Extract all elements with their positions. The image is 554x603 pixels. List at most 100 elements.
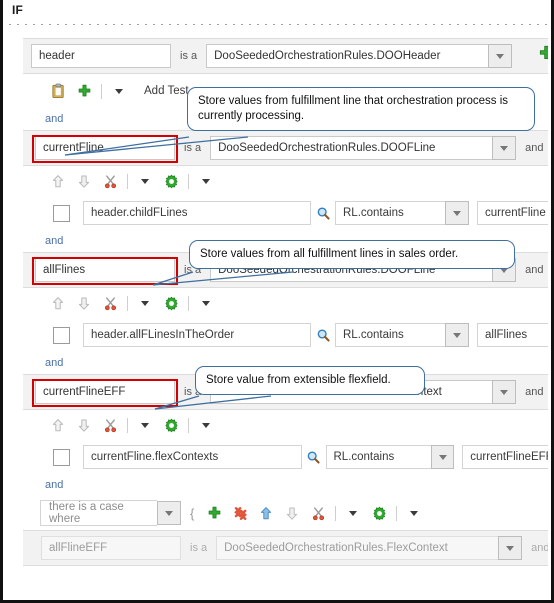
settings-menu-button[interactable]: [193, 413, 219, 437]
fact-type-dropdown-button[interactable]: [498, 536, 523, 560]
settings-button[interactable]: [158, 413, 184, 437]
cut-button[interactable]: [97, 291, 123, 315]
arrow-down-icon: [287, 507, 298, 520]
condition-search-button[interactable]: [302, 450, 326, 465]
settings-menu-button[interactable]: [193, 291, 219, 315]
move-down-button[interactable]: [71, 169, 97, 193]
toolbar-separator: [396, 505, 398, 521]
condition-search-button[interactable]: [311, 328, 335, 343]
case-where-dropdown-button[interactable]: [157, 501, 181, 525]
settings-menu-button[interactable]: [193, 169, 219, 193]
condition-operator-dropdown-button[interactable]: [445, 323, 469, 347]
fact-type-dropdown-button[interactable]: [492, 380, 517, 404]
condition-right-input[interactable]: allFlines: [477, 323, 548, 347]
variable-name-input[interactable]: allFlines: [35, 258, 175, 282]
arrow-up-icon: [52, 174, 64, 187]
is-a-label: is a: [180, 50, 198, 62]
variable-name-input[interactable]: currentFlineEFF: [35, 380, 175, 404]
condition-checkbox[interactable]: [53, 448, 70, 466]
condition-operator-input[interactable]: RL.contains: [335, 323, 445, 347]
condition-search-button[interactable]: [311, 206, 335, 221]
arrow-up-icon: [52, 418, 64, 431]
fact-type-input[interactable]: DooSeededOrchestrationRules.FlexContext: [216, 536, 499, 560]
fact-type-input[interactable]: DooSeededOrchestrationRules.DOOHeader: [206, 44, 489, 68]
cut-button[interactable]: [305, 501, 331, 525]
settings-menu-button[interactable]: [401, 501, 427, 525]
condition-right-input[interactable]: currentFlineEFF: [462, 445, 548, 469]
condition-row-2: header.allFLinesInTheOrder RL.contains a…: [23, 318, 548, 352]
condition-checkbox[interactable]: [53, 204, 70, 222]
condition-row-3: currentFline.flexContexts RL.contains cu…: [23, 440, 548, 474]
case-where-row: there is a case where {: [23, 496, 548, 530]
trailing-and-label: and: [525, 142, 544, 154]
settings-button[interactable]: [366, 501, 392, 525]
variable-name-input[interactable]: currentFline: [35, 136, 175, 160]
cut-menu-button[interactable]: [132, 291, 158, 315]
cut-menu-button[interactable]: [132, 413, 158, 437]
move-down-button[interactable]: [71, 413, 97, 437]
gear-icon: [165, 296, 177, 310]
gear-icon: [165, 418, 177, 432]
cut-button[interactable]: [97, 169, 123, 193]
fact-type-dropdown-button[interactable]: [488, 44, 513, 68]
arrow-down-icon: [78, 297, 90, 310]
case-where-select[interactable]: there is a case where: [40, 500, 157, 526]
toolbar-separator: [335, 505, 337, 521]
condition-checkbox[interactable]: [53, 326, 70, 344]
cut-menu-button[interactable]: [132, 169, 158, 193]
condition-left-input[interactable]: currentFline.flexContexts: [83, 445, 302, 469]
add-button[interactable]: [201, 501, 227, 525]
settings-button[interactable]: [158, 169, 184, 193]
plus-icon: [208, 506, 221, 518]
callout-text: Store values from fulfillment line that …: [198, 95, 508, 122]
pattern-row-allFlineEFF[interactable]: allFlineEFF is a DooSeededOrchestrationR…: [23, 530, 548, 566]
chevron-down-icon: [506, 545, 515, 551]
add-menu-button[interactable]: [106, 79, 132, 103]
caret-down-icon: [141, 300, 149, 306]
scissors-icon: [104, 418, 116, 432]
chevron-down-icon: [500, 389, 509, 395]
add-test-label[interactable]: Add Test: [144, 85, 189, 97]
is-a-label: is a: [190, 542, 208, 554]
add-button[interactable]: [71, 79, 97, 103]
cut-menu-button[interactable]: [340, 501, 366, 525]
pattern-row-currentFline[interactable]: currentFline is a DooSeededOrchestration…: [23, 130, 548, 166]
condition-left-input[interactable]: header.childFLines: [83, 201, 311, 225]
variable-name-input[interactable]: header: [31, 44, 171, 68]
trailing-and-label: and: [525, 386, 544, 398]
toolbar-separator: [188, 295, 189, 311]
move-down-button[interactable]: [279, 501, 305, 525]
callout-text: Store value from extensible flexfield.: [206, 374, 391, 386]
variable-name-input[interactable]: allFlineEFF: [41, 536, 181, 560]
move-up-button[interactable]: [45, 169, 71, 193]
paste-button[interactable]: [45, 79, 71, 103]
block-toolbar-3: [23, 410, 548, 440]
settings-button[interactable]: [158, 291, 184, 315]
caret-down-icon: [141, 422, 149, 428]
chevron-down-icon: [165, 510, 173, 516]
pattern-row-header[interactable]: header is a DooSeededOrchestrationRules.…: [23, 38, 548, 74]
add-pattern-button[interactable]: [538, 45, 548, 67]
move-up-button[interactable]: [45, 413, 71, 437]
condition-operator-input[interactable]: RL.contains: [335, 201, 445, 225]
fact-type-input[interactable]: DooSeededOrchestrationRules.DOOFLine: [210, 136, 493, 160]
caret-down-icon: [202, 422, 210, 428]
trailing-and-label: and: [525, 264, 544, 276]
condition-operator-dropdown-button[interactable]: [431, 445, 455, 469]
cut-button[interactable]: [97, 413, 123, 437]
condition-row-1: header.childFLines RL.contains currentFl…: [23, 196, 548, 230]
condition-right-input[interactable]: currentFline: [477, 201, 548, 225]
chevron-down-icon: [453, 210, 461, 216]
scissors-icon: [104, 174, 116, 188]
move-down-button[interactable]: [71, 291, 97, 315]
condition-operator-input[interactable]: RL.contains: [325, 445, 432, 469]
move-up-button[interactable]: [45, 291, 71, 315]
open-brace-label: {: [190, 505, 195, 521]
fact-type-dropdown-button[interactable]: [492, 136, 517, 160]
condition-operator-dropdown-button[interactable]: [445, 201, 469, 225]
is-a-label: is a: [184, 142, 202, 154]
move-up-button[interactable]: [253, 501, 279, 525]
magnifier-icon: [317, 328, 330, 341]
delete-button[interactable]: [227, 501, 253, 525]
condition-left-input[interactable]: header.allFLinesInTheOrder: [83, 323, 311, 347]
